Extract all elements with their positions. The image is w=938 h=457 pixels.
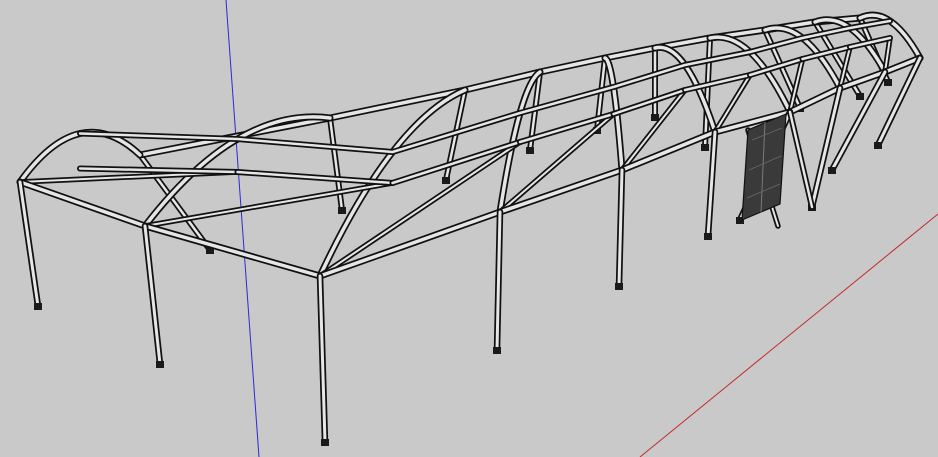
post-base-plate	[442, 177, 450, 184]
front-post-highlight	[18, 180, 40, 308]
post-base-plate	[338, 207, 346, 214]
post-base-plate	[156, 361, 164, 368]
door-panel[interactable]	[741, 113, 787, 221]
post-base-plate	[856, 93, 864, 100]
tent-frame-structure[interactable]	[16, 11, 924, 446]
post-base-plate	[651, 114, 659, 121]
modeling-viewport[interactable]	[0, 0, 938, 457]
post-base-plate	[874, 142, 882, 149]
model-canvas[interactable]	[0, 0, 938, 457]
end-wall-post-highlight	[788, 110, 814, 209]
post-base-plate	[526, 147, 534, 154]
post-base-plate	[828, 167, 836, 174]
front-post-highlight	[810, 86, 842, 209]
mid-purlin-highlight	[236, 170, 394, 185]
post-base-plate	[884, 79, 892, 86]
blue-axis-line	[225, 0, 260, 457]
post-base-plate	[34, 303, 42, 310]
post-base-plate	[704, 233, 712, 240]
front-post-highlight	[143, 224, 162, 366]
post-base-plate	[701, 144, 709, 151]
post-base-plate	[493, 347, 501, 354]
post-base-plate	[615, 283, 623, 290]
red-axis-line	[639, 213, 938, 457]
diagonal-brace-highlight	[319, 141, 521, 277]
post-base-plate	[321, 439, 329, 446]
